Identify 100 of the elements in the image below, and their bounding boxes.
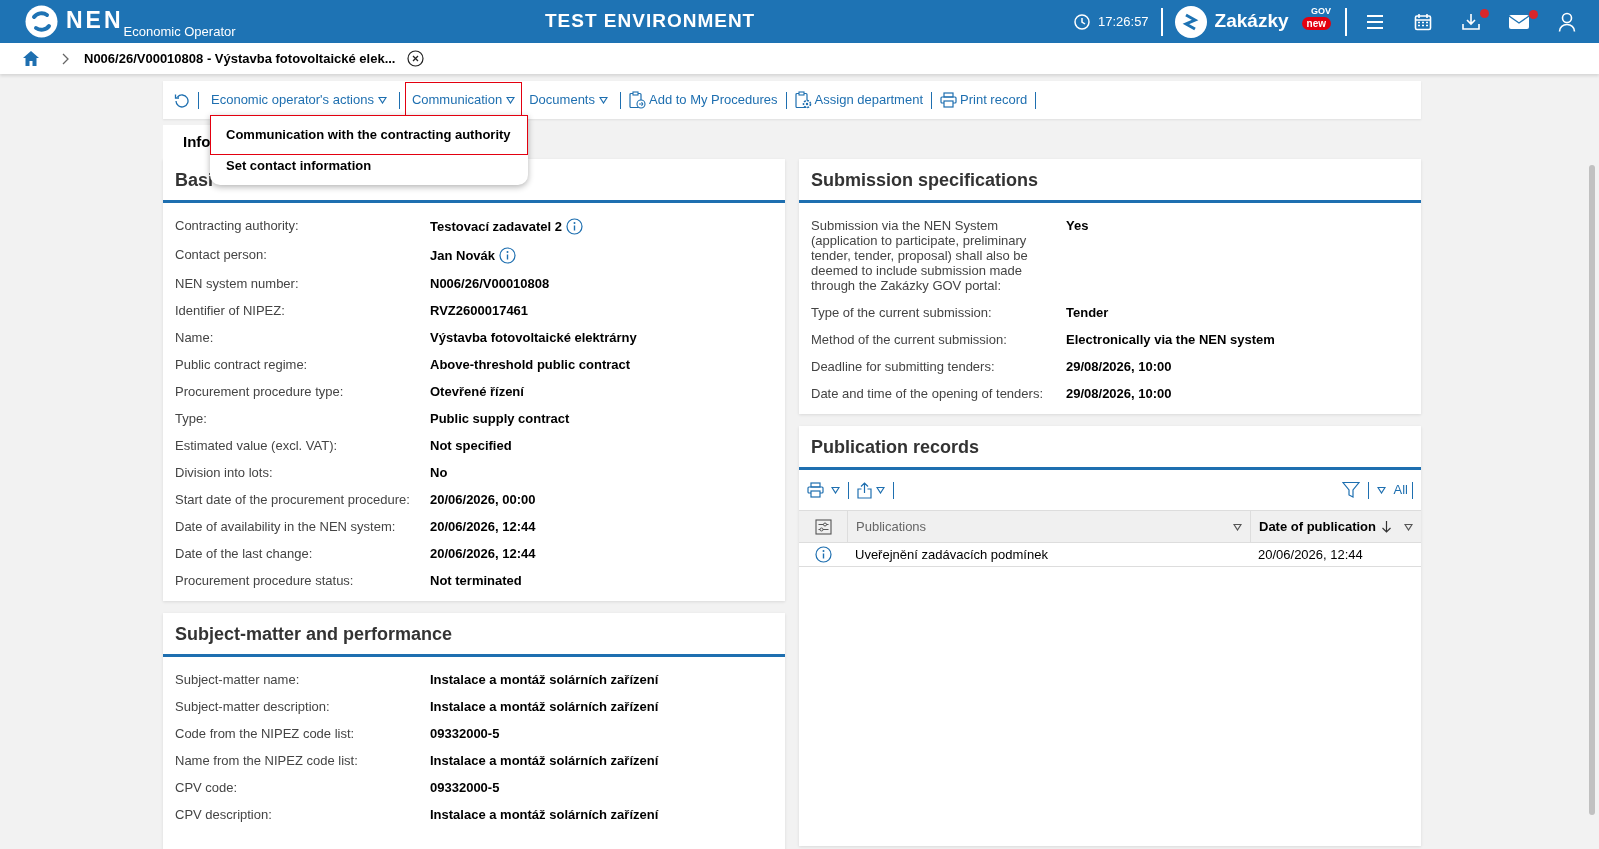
field-value: 09332000-5 xyxy=(430,780,500,795)
column-header[interactable]: Publications xyxy=(847,511,1250,542)
info-icon[interactable] xyxy=(814,546,832,563)
user-icon[interactable] xyxy=(1558,11,1576,32)
field-value: N006/26/V00010808 xyxy=(430,276,550,291)
field-value: Instalace a montáž solárních zařízení xyxy=(430,807,659,822)
field-value: Instalace a montáž solárních zařízení xyxy=(430,672,659,687)
logo-icon[interactable] xyxy=(25,5,58,38)
caret-icon xyxy=(506,96,516,104)
chevron-icon xyxy=(62,52,69,65)
print-menu-button[interactable] xyxy=(807,482,840,498)
field-label: Name: xyxy=(175,330,215,345)
clock-time: 17:26:57 xyxy=(1098,12,1149,31)
portal-name[interactable]: Zakázky xyxy=(1214,7,1289,36)
caret-icon xyxy=(599,96,608,104)
calendar-icon[interactable] xyxy=(1414,12,1432,31)
refresh-icon[interactable] xyxy=(174,92,190,108)
clipboard-icon xyxy=(794,91,812,109)
field-value: Instalace a montáž solárních zařízení xyxy=(430,753,659,768)
caret-icon xyxy=(1404,523,1413,532)
view-filter-button[interactable]: All xyxy=(1376,480,1408,500)
field-value: 09332000-5 xyxy=(430,726,500,741)
field-label: Method of the current submission: xyxy=(811,332,1008,347)
field-value: 20/06/2026, 12:44 xyxy=(430,546,536,561)
section-title: Submission specifications xyxy=(811,169,1039,192)
filter-icon[interactable] xyxy=(1341,481,1360,499)
field-value: 29/08/2026, 10:00 xyxy=(1066,386,1172,401)
field-label: Procurement procedure status: xyxy=(175,573,355,588)
field-value: 20/06/2026, 00:00 xyxy=(430,492,536,507)
column-header[interactable]: Date of publication xyxy=(1250,511,1421,542)
field-label: Contact person: xyxy=(175,247,268,262)
menu-item[interactable]: Communication with the contracting authority xyxy=(210,115,528,155)
caret-icon xyxy=(1233,523,1242,532)
field-label: Date and time of the opening of tenders: xyxy=(811,386,1044,401)
field-label: CPV description: xyxy=(175,807,273,822)
field-label: Deadline for submitting tenders: xyxy=(811,359,996,374)
field-label: Date of availability in the NEN system: xyxy=(175,519,397,534)
brand-name: NEN xyxy=(66,9,124,32)
toolbar-button[interactable]: Add to My Procedures xyxy=(626,82,781,118)
caret-icon xyxy=(377,96,387,104)
field-value: Yes xyxy=(1066,218,1089,233)
field-label: Code from the NIPEZ code list: xyxy=(175,726,356,741)
sort-arrow-icon[interactable] xyxy=(1381,520,1392,533)
field-label: Start date of the procurement procedure: xyxy=(175,492,411,507)
field-value: No xyxy=(430,465,448,480)
printer-icon xyxy=(807,482,824,498)
field-label: Date of the last change: xyxy=(175,546,314,561)
field-value: Not terminated xyxy=(430,573,522,588)
field-value: Not specified xyxy=(430,438,512,453)
share-icon xyxy=(857,481,872,499)
info-icon[interactable] xyxy=(566,218,583,235)
clipboard-icon xyxy=(629,91,646,109)
field-value: Výstavba fotovoltaické elektrárny xyxy=(430,330,637,345)
column-settings-icon[interactable] xyxy=(814,518,832,535)
field-label: Public contract regime: xyxy=(175,357,309,372)
close-icon[interactable] xyxy=(407,50,425,67)
field-label: NEN system number: xyxy=(175,276,300,291)
scrollbar[interactable] xyxy=(1589,165,1595,815)
home-icon[interactable] xyxy=(22,50,40,67)
field-label: Subject-matter name: xyxy=(175,672,301,687)
field-value: Electronically via the NEN system xyxy=(1066,332,1275,347)
field-label: Procurement procedure type: xyxy=(175,384,345,399)
info-icon[interactable] xyxy=(499,247,517,264)
brand-subtitle: Economic Operator xyxy=(123,25,236,38)
toolbar-button[interactable]: Print record xyxy=(937,82,1031,118)
field-value: Jan Novák xyxy=(430,248,496,263)
field-label: Type of the current submission: xyxy=(811,305,993,320)
field-value: Testovací zadavatel 2 xyxy=(430,219,562,234)
field-label: Subject-matter description: xyxy=(175,699,331,714)
download-icon[interactable] xyxy=(1461,12,1481,31)
export-menu-button[interactable] xyxy=(857,481,885,499)
mail-icon[interactable] xyxy=(1508,13,1530,30)
field-value: Tender xyxy=(1066,305,1109,320)
table-cell-text: 20/06/2026, 12:44 xyxy=(1257,545,1364,564)
field-value: Above-threshold public contract xyxy=(430,357,631,372)
field-label: CPV code: xyxy=(175,780,239,795)
dropdown-menu-button[interactable]: Economic operator's actions xyxy=(204,82,394,118)
field-value: Public supply contract xyxy=(430,411,570,426)
environment-title: TEST ENVIRONMENT xyxy=(545,9,756,34)
menu-icon[interactable] xyxy=(1365,12,1385,31)
field-value: 29/08/2026, 10:00 xyxy=(1066,359,1172,374)
field-value: 20/06/2026, 12:44 xyxy=(430,519,536,534)
field-label: Submission via the NEN System (application to participate, preliminary tender, tender, proposal) shall also be deemed to include submission made through the Zakázky GOV portal: xyxy=(811,218,1029,293)
toolbar-button[interactable]: Assign department xyxy=(791,82,926,118)
breadcrumb-title[interactable]: N006/26/V00010808 - Výstavba fotovoltaické elek... xyxy=(84,48,396,69)
field-label: Type: xyxy=(175,411,208,426)
caret-icon xyxy=(876,486,885,494)
section-title: Publication records xyxy=(811,436,980,459)
dropdown-menu-button[interactable]: Documents xyxy=(522,82,615,118)
field-label: Name from the NIPEZ code list: xyxy=(175,753,359,768)
print-icon xyxy=(940,92,957,108)
field-label: Division into lots: xyxy=(175,465,274,480)
clock-icon xyxy=(1074,13,1090,30)
new-badge: new xyxy=(1301,17,1331,30)
field-value: RVZ2600017461 xyxy=(430,303,529,318)
section-title: Subject-matter and performance xyxy=(175,623,453,646)
portal-logo-icon[interactable] xyxy=(1174,5,1207,38)
portal-superscript: GOV xyxy=(1311,7,1331,16)
field-label: Estimated value (excl. VAT): xyxy=(175,438,339,453)
caret-icon xyxy=(831,486,840,494)
